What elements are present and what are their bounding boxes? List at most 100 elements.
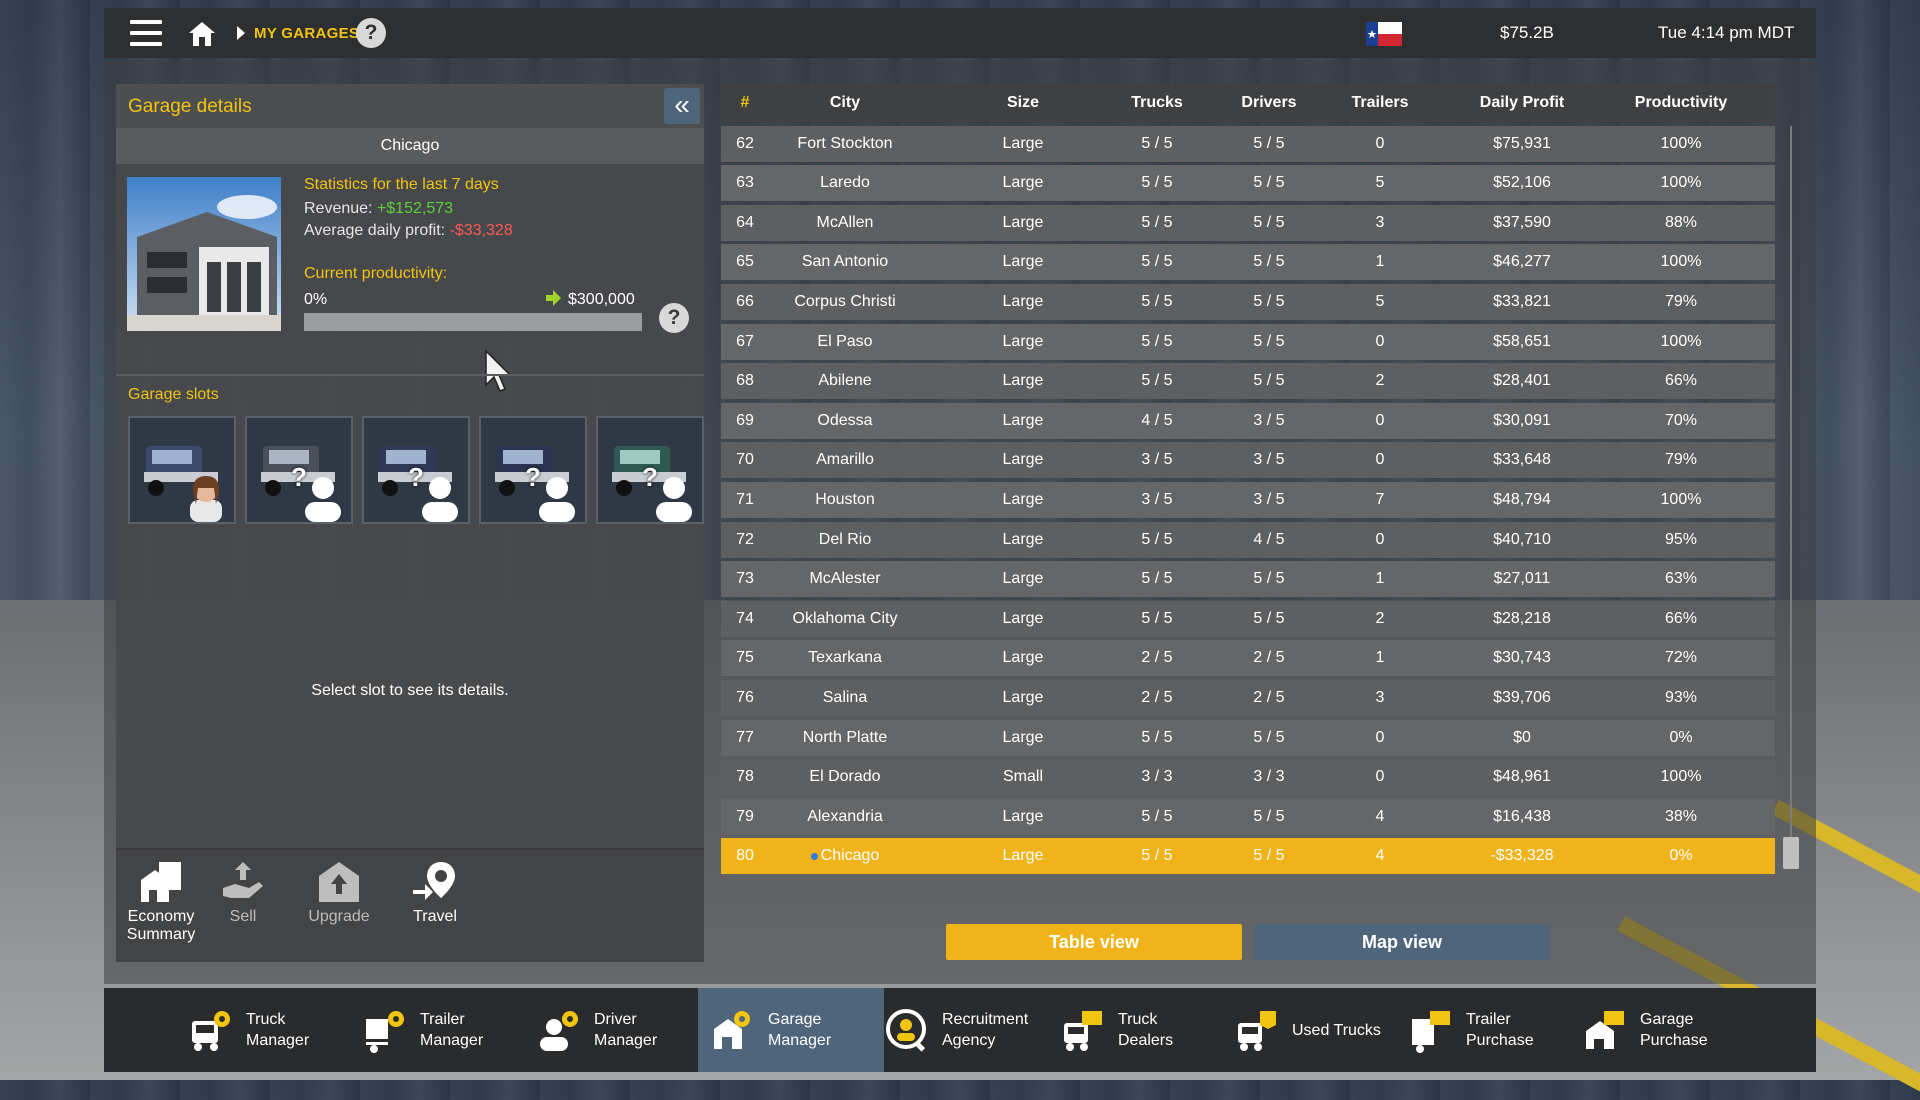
breadcrumb[interactable]: MY GARAGES <box>254 25 359 42</box>
cell-number: 68 <box>736 372 754 390</box>
table-row[interactable]: 67 El Paso Large 5 / 5 5 / 5 0 $58,651 100% <box>721 323 1775 360</box>
nav-driver-manager[interactable]: Driver Manager <box>536 988 710 1072</box>
table-row[interactable]: 64 McAllen Large 5 / 5 5 / 5 3 $37,590 88% <box>721 204 1775 241</box>
table-view-button[interactable]: Table view <box>946 924 1242 960</box>
cell-trailers: 2 <box>1375 609 1385 627</box>
truck-manager-icon <box>192 1011 230 1051</box>
table-row[interactable]: 63 Laredo Large 5 / 5 5 / 5 5 $52,106 100% <box>721 165 1775 202</box>
cell-productivity: 66% <box>1664 372 1698 390</box>
help-button[interactable]: ? <box>356 18 386 48</box>
table-row[interactable]: 78 El Dorado Small 3 / 3 3 / 3 0 $48,961 100% <box>721 759 1775 796</box>
table-row[interactable]: 71 Houston Large 3 / 5 3 / 5 7 $48,794 100% <box>721 481 1775 518</box>
table-row[interactable]: 62 Fort Stockton Large 5 / 5 5 / 5 0 $75,931 10… <box>721 125 1775 162</box>
nav-trailer-manager[interactable]: Trailer Manager <box>362 988 536 1072</box>
table-row[interactable]: 79 Alexandria Large 5 / 5 5 / 5 4 $16,438 38% <box>721 798 1775 835</box>
collapse-panel-button[interactable]: « <box>664 88 700 124</box>
table-row[interactable]: 66 Corpus Christi Large 5 / 5 5 / 5 5 $33,821 7… <box>721 283 1775 320</box>
nav-label: Garage <box>768 1011 822 1028</box>
average-profit-line: Average daily profit: -$33,328 <box>304 222 513 240</box>
cell-daily-profit: $33,648 <box>1493 451 1551 469</box>
table-row[interactable]: 70 Amarillo Large 3 / 5 3 / 5 0 $33,648 79% <box>721 442 1775 479</box>
cell-daily-profit: $27,011 <box>1493 570 1551 588</box>
garage-slot-5[interactable]: ? <box>596 416 704 524</box>
table-row[interactable]: 68 Abilene Large 5 / 5 5 / 5 2 $28,401 66% <box>721 363 1775 400</box>
scrollbar-thumb[interactable] <box>1783 837 1799 869</box>
nav-garage-purchase[interactable]: Garage Purchase <box>1582 988 1756 1072</box>
travel-button[interactable]: Travel <box>390 860 480 926</box>
table-row[interactable]: 72 Del Rio Large 5 / 5 4 / 5 0 $40,710 95% <box>721 521 1775 558</box>
panel-title: Garage details <box>128 96 252 117</box>
cell-city: San Antonio <box>801 253 889 271</box>
cell-daily-profit: $48,961 <box>1493 768 1551 786</box>
cell-size: Large <box>1002 649 1044 667</box>
cell-size: Large <box>1002 253 1044 271</box>
cell-size: Large <box>1002 292 1044 310</box>
upgrade-button[interactable]: Upgrade <box>294 860 384 926</box>
driver-manager-icon <box>540 1011 578 1051</box>
nav-truck-dealers[interactable]: Truck Dealers <box>1060 988 1234 1072</box>
header-daily-profit[interactable]: Daily Profit <box>1411 94 1633 112</box>
garage-slot-2[interactable]: ? <box>245 416 353 524</box>
nav-garage-manager[interactable]: Garage Manager <box>698 988 884 1072</box>
header-drivers[interactable]: Drivers <box>1189 94 1349 112</box>
menu-icon[interactable] <box>130 20 162 46</box>
current-location-icon <box>810 852 818 860</box>
table-row[interactable]: 75 Texarkana Large 2 / 5 2 / 5 1 $30,743 72% <box>721 640 1775 677</box>
cell-drivers: 5 / 5 <box>1253 213 1285 231</box>
table-row-selected[interactable]: 80 Chicago Large 5 / 5 5 / 5 4 -$33,328 0% <box>721 838 1775 875</box>
cell-daily-profit: $52,106 <box>1493 174 1551 192</box>
panel-header: Garage details « <box>116 84 704 128</box>
nav-trailer-purchase[interactable]: Trailer Purchase <box>1408 988 1582 1072</box>
sell-button[interactable]: Sell <box>198 860 288 926</box>
map-view-button[interactable]: Map view <box>1254 924 1550 960</box>
garage-slot-3[interactable]: ? <box>362 416 470 524</box>
table-row[interactable]: 74 Oklahoma City Large 5 / 5 5 / 5 2 $28,218 66… <box>721 600 1775 637</box>
nav-truck-manager[interactable]: Truck Manager <box>188 988 362 1072</box>
nav-label: Truck <box>1118 1011 1158 1028</box>
scrollbar-track[interactable] <box>1790 126 1792 868</box>
economy-summary-button[interactable]: Economy Summary <box>116 860 206 944</box>
cell-productivity: 79% <box>1664 451 1698 469</box>
header-trucks[interactable]: Trucks <box>1125 94 1189 112</box>
home-icon[interactable] <box>188 21 216 47</box>
cell-drivers: 5 / 5 <box>1253 372 1285 390</box>
table-row[interactable]: 65 San Antonio Large 5 / 5 5 / 5 1 $46,277 100% <box>721 244 1775 281</box>
table-row[interactable]: 77 North Platte Large 5 / 5 5 / 5 0 $0 0% <box>721 719 1775 756</box>
nav-used-trucks[interactable]: Used Trucks <box>1234 988 1414 1072</box>
table-row[interactable]: 69 Odessa Large 4 / 5 3 / 5 0 $30,091 70% <box>721 402 1775 439</box>
cell-city: Houston <box>815 490 875 508</box>
cell-number: 67 <box>736 332 754 350</box>
header-productivity[interactable]: Productivity <box>1633 94 1729 112</box>
garage-slot-1[interactable] <box>128 416 236 524</box>
cell-trucks: 5 / 5 <box>1141 332 1173 350</box>
table-row[interactable]: 73 McAlester Large 5 / 5 5 / 5 1 $27,011 63% <box>721 561 1775 598</box>
nav-recruitment-agency[interactable]: Recruitment Agency <box>884 988 1058 1072</box>
cell-number: 64 <box>736 213 754 231</box>
cell-drivers: 5 / 5 <box>1253 253 1285 271</box>
garage-slot-4[interactable]: ? <box>479 416 587 524</box>
cell-drivers: 5 / 5 <box>1253 292 1285 310</box>
header-number[interactable]: # <box>721 94 769 112</box>
economy-summary-label-1: Economy <box>127 908 195 925</box>
top-bar: MY GARAGES ? $75.2B Tue 4:14 pm MDT <box>104 8 1816 58</box>
table-row[interactable]: 76 Salina Large 2 / 5 2 / 5 3 $39,706 93% <box>721 679 1775 716</box>
recruitment-agency-icon <box>886 1009 926 1052</box>
cell-city: Amarillo <box>816 451 874 469</box>
nav-label: Trailer <box>420 1011 465 1028</box>
productivity-help-button[interactable]: ? <box>659 303 689 333</box>
header-size[interactable]: Size <box>921 94 1125 112</box>
header-trailers[interactable]: Trailers <box>1349 94 1411 112</box>
empty-driver-icon <box>422 477 458 522</box>
cell-size: Large <box>1002 728 1044 746</box>
cell-trailers: 0 <box>1375 768 1385 786</box>
cell-drivers: 5 / 5 <box>1253 728 1285 746</box>
cell-size: Large <box>1002 530 1044 548</box>
cell-trucks: 5 / 5 <box>1141 292 1173 310</box>
garage-purchase-icon <box>1586 1011 1624 1049</box>
nav-label: Purchase <box>1640 1032 1708 1049</box>
cell-trailers: 0 <box>1375 134 1385 152</box>
header-city[interactable]: City <box>769 94 921 112</box>
cell-number: 79 <box>736 807 754 825</box>
cell-trailers: 0 <box>1375 530 1385 548</box>
cell-productivity: 100% <box>1660 332 1702 350</box>
